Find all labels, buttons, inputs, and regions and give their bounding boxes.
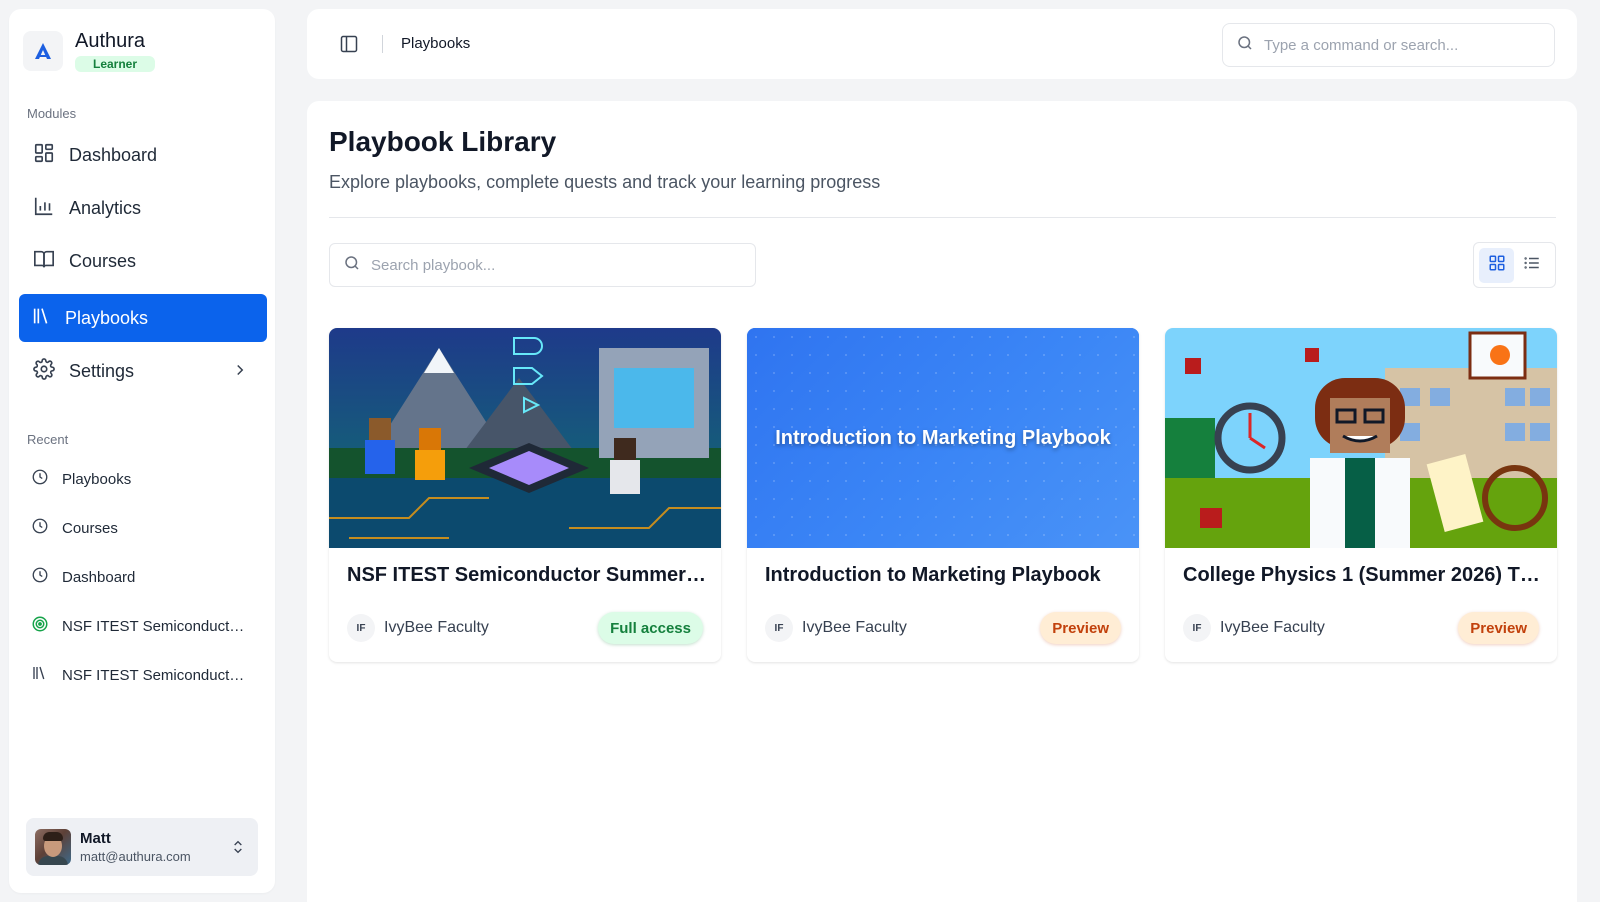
sidebar-item-dashboard[interactable]: Dashboard — [19, 131, 267, 179]
list-view-button[interactable] — [1514, 248, 1549, 283]
playbook-card[interactable]: NSF ITEST Semiconductor Summer ... IF Iv… — [329, 328, 721, 662]
access-badge: Preview — [1458, 612, 1539, 644]
author-name: IvyBee Faculty — [802, 619, 907, 636]
search-icon — [1236, 34, 1254, 57]
author-name: IvyBee Faculty — [384, 619, 489, 636]
recent-item-label: Courses — [62, 519, 118, 537]
user-email: matt@authura.com — [80, 848, 191, 864]
user-menu[interactable]: Matt matt@authura.com — [26, 818, 258, 876]
playbook-search-input[interactable] — [371, 256, 641, 274]
list-icon — [1523, 254, 1541, 277]
playbook-author: IF IvyBee Faculty — [347, 614, 489, 642]
sidebar-item-label: Analytics — [69, 197, 142, 218]
recent-item-nsf-playbook[interactable]: NSF ITEST Semiconductor Summer Camp — [19, 657, 267, 693]
sidebar-item-label: Courses — [69, 250, 137, 271]
top-bar: Playbooks — [307, 9, 1577, 79]
layout-dashboard-icon — [33, 142, 55, 169]
playbook-cover-image: Introduction to Marketing Playbook — [747, 328, 1139, 548]
recent-section-label: Recent — [27, 432, 69, 447]
breadcrumb: Playbooks — [401, 35, 471, 52]
recent-item-label: Dashboard — [62, 568, 136, 586]
page-subtitle: Explore playbooks, complete quests and t… — [329, 172, 881, 192]
user-name: Matt — [80, 829, 111, 847]
sidebar-item-settings[interactable]: Settings — [19, 347, 267, 395]
command-search-input[interactable] — [1264, 36, 1534, 54]
playbook-card[interactable]: Introduction to Marketing Playbook Intro… — [747, 328, 1139, 662]
clock-icon — [31, 517, 49, 540]
clock-icon — [31, 566, 49, 589]
recent-item-label: NSF ITEST Semiconductor Summer Camp — [62, 617, 252, 635]
playbook-card[interactable]: College Physics 1 (Summer 2026) TE... IF… — [1165, 328, 1557, 662]
author-name: IvyBee Faculty — [1220, 619, 1325, 636]
target-icon — [31, 615, 49, 638]
access-badge: Full access — [598, 612, 703, 644]
playbook-cover-image — [329, 328, 721, 548]
page-title: Playbook Library — [329, 126, 557, 157]
app-name: Authura — [75, 30, 146, 52]
sidebar-item-playbooks[interactable]: Playbooks — [19, 294, 267, 342]
access-badge: Preview — [1040, 612, 1121, 644]
brand[interactable]: Authura Learner — [23, 29, 156, 73]
playbook-cover-image — [1165, 328, 1557, 548]
author-avatar: IF — [347, 614, 375, 642]
command-search-box[interactable] — [1222, 23, 1555, 67]
sidebar-item-label: Playbooks — [65, 307, 149, 328]
sidebar-toggle-icon[interactable] — [339, 34, 359, 59]
grid-icon — [1488, 254, 1506, 277]
library-icon — [31, 664, 49, 687]
playbook-title: College Physics 1 (Summer 2026) TE... — [1183, 564, 1543, 586]
search-icon — [343, 254, 361, 277]
book-open-icon — [33, 248, 55, 275]
sidebar-item-courses[interactable]: Courses — [19, 237, 267, 285]
sidebar-item-analytics[interactable]: Analytics — [19, 184, 267, 232]
clock-icon — [31, 468, 49, 491]
gear-icon — [33, 357, 55, 385]
bar-chart-icon — [33, 195, 55, 222]
chevrons-up-down-icon — [230, 838, 246, 861]
playbook-author: IF IvyBee Faculty — [765, 614, 907, 642]
author-avatar: IF — [765, 614, 793, 642]
chevron-right-icon — [231, 361, 249, 384]
avatar — [35, 829, 71, 865]
role-badge: Learner — [75, 56, 156, 72]
recent-item-label: NSF ITEST Semiconductor Summer Camp — [62, 666, 252, 684]
recent-item-courses[interactable]: Courses — [19, 510, 267, 546]
playbook-title: NSF ITEST Semiconductor Summer ... — [347, 564, 707, 586]
authura-logo-icon — [23, 31, 63, 71]
sidebar-item-label: Settings — [69, 360, 135, 381]
author-avatar: IF — [1183, 614, 1211, 642]
sidebar: Authura Learner Modules Dashboard Analyt… — [9, 9, 275, 893]
playbook-search-box[interactable] — [329, 243, 756, 287]
recent-item-label: Playbooks — [62, 470, 132, 488]
recent-item-dashboard[interactable]: Dashboard — [19, 559, 267, 595]
view-toggle — [1473, 242, 1556, 288]
sidebar-item-label: Dashboard — [69, 144, 158, 165]
playbook-title: Introduction to Marketing Playbook — [765, 564, 1101, 586]
playbook-author: IF IvyBee Faculty — [1183, 614, 1325, 642]
grid-view-button[interactable] — [1479, 247, 1514, 283]
library-icon — [31, 305, 53, 332]
main-panel: Playbook Library Explore playbooks, comp… — [307, 101, 1577, 902]
recent-item-playbooks[interactable]: Playbooks — [19, 461, 267, 497]
recent-item-nsf-quest[interactable]: NSF ITEST Semiconductor Summer Camp — [19, 608, 267, 644]
cover-title: Introduction to Marketing Playbook — [775, 426, 1111, 449]
header-divider — [382, 35, 383, 53]
divider — [329, 217, 1556, 218]
modules-section-label: Modules — [27, 106, 77, 121]
